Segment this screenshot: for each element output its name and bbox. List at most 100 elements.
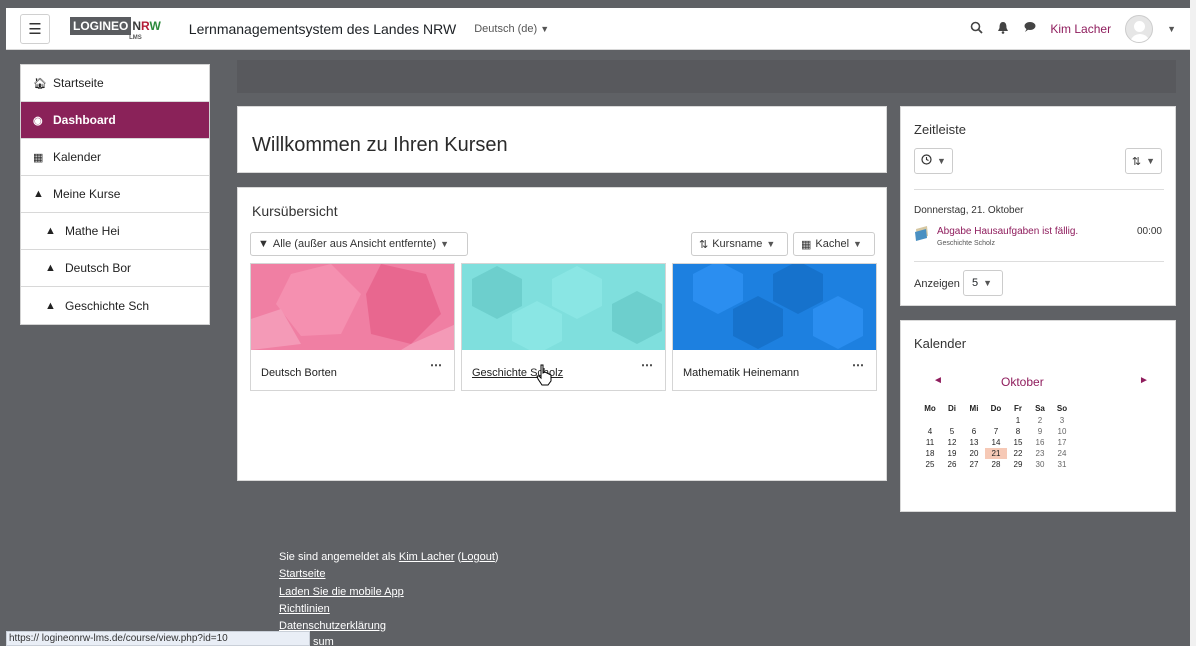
sort-icon: ⇅: [699, 238, 709, 251]
calendar-day[interactable]: 18: [919, 448, 941, 459]
graduation-cap-icon: ▲: [45, 262, 56, 274]
home-icon: 🏠︎: [33, 77, 47, 90]
calendar-day[interactable]: 23: [1029, 448, 1051, 459]
course-image[interactable]: [673, 264, 876, 350]
calendar-day[interactable]: 25: [919, 459, 941, 470]
calendar-day: [963, 415, 985, 426]
weekday: Mi: [969, 403, 979, 413]
timeline-filter-button[interactable]: ▼: [914, 148, 953, 174]
site-logo[interactable]: LOGINEO NRW LMS: [70, 16, 161, 41]
footer-link-mobile-app[interactable]: Laden Sie die mobile App: [279, 586, 404, 598]
calendar-day: [941, 415, 963, 426]
calendar-day[interactable]: 19: [941, 448, 963, 459]
calendar-day[interactable]: 22: [1007, 448, 1029, 459]
caret-down-icon: ▼: [853, 239, 862, 249]
course-overview-block: Kursübersicht ▼ Alle (außer aus Ansicht …: [237, 187, 887, 481]
avatar[interactable]: [1125, 14, 1154, 43]
next-month-icon[interactable]: ►: [1139, 375, 1149, 386]
view-dropdown[interactable]: ▦ Kachel ▼: [793, 232, 875, 256]
course-image[interactable]: [251, 264, 454, 350]
calendar-day: [919, 415, 941, 426]
calendar-day[interactable]: 20: [963, 448, 985, 459]
sidebar-item-meine-kurse[interactable]: ▲ Meine Kurse: [21, 176, 209, 213]
course-image[interactable]: [462, 264, 665, 350]
footer-link-richtlinien[interactable]: Richtlinien: [279, 603, 330, 615]
user-profile-link[interactable]: Kim Lacher: [399, 551, 455, 563]
calendar-day[interactable]: 11: [919, 437, 941, 448]
calendar-day[interactable]: 8: [1007, 426, 1029, 437]
calendar-day[interactable]: 31: [1051, 459, 1073, 470]
calendar-day[interactable]: 30: [1029, 459, 1051, 470]
course-card-mathematik[interactable]: Mathematik Heinemann ⋯: [672, 263, 877, 391]
calendar-day[interactable]: 13: [963, 437, 985, 448]
language-selector[interactable]: Deutsch (de) ▼: [474, 23, 549, 35]
user-name[interactable]: Kim Lacher: [1050, 22, 1111, 36]
clock-icon: [921, 154, 932, 168]
calendar-day[interactable]: 10: [1051, 426, 1073, 437]
chat-icon[interactable]: [1023, 21, 1036, 36]
calendar-day[interactable]: 16: [1029, 437, 1051, 448]
calendar-day[interactable]: 29: [1007, 459, 1029, 470]
course-name[interactable]: Deutsch Borten: [261, 367, 337, 379]
page-header-bar: [237, 60, 1176, 93]
calendar-day[interactable]: 2: [1029, 415, 1051, 426]
calendar-day[interactable]: 27: [963, 459, 985, 470]
calendar-day[interactable]: 5: [941, 426, 963, 437]
sidebar-item-kalender[interactable]: ▦ Kalender: [21, 139, 209, 176]
filter-icon: ▼: [258, 238, 269, 250]
caret-down-icon: ▼: [440, 239, 450, 249]
timeline-block: Zeitleiste ▼ ⇅ ▼ Donnerstag, 21. Oktober…: [900, 106, 1176, 306]
course-card-geschichte[interactable]: Geschichte Scholz ⋯: [461, 263, 666, 391]
event-time: 00:00: [1136, 226, 1162, 237]
sort-dropdown[interactable]: ⇅ Kursname ▼: [691, 232, 788, 256]
weekday: Do: [990, 403, 1002, 413]
calendar-day[interactable]: 4: [919, 426, 941, 437]
more-options-icon[interactable]: ⋯: [430, 358, 442, 372]
sidebar-item-dashboard[interactable]: ◉ Dashboard: [21, 102, 209, 139]
footer-link-startseite[interactable]: Startseite: [279, 568, 325, 580]
grid-icon: ▦: [801, 238, 812, 251]
calendar-day[interactable]: 17: [1051, 437, 1073, 448]
user-menu-caret-icon[interactable]: ▼: [1167, 24, 1176, 34]
course-name[interactable]: Mathematik Heinemann: [683, 367, 799, 379]
caret-down-icon: ▼: [937, 156, 946, 166]
calendar-day[interactable]: 15: [1007, 437, 1029, 448]
calendar-day[interactable]: 6: [963, 426, 985, 437]
hamburger-icon: ☰: [28, 20, 42, 38]
divider: [914, 189, 1164, 190]
sidebar-item-deutsch[interactable]: ▲ Deutsch Bor: [21, 250, 209, 287]
weekday: Sa: [1035, 403, 1045, 413]
menu-toggle-button[interactable]: ☰: [20, 13, 50, 44]
sidebar-item-startseite[interactable]: 🏠︎ Startseite: [21, 65, 209, 102]
login-info: Sie sind angemeldet als Kim Lacher (Logo…: [279, 551, 499, 563]
site-title: Lernmanagementsystem des Landes NRW: [188, 20, 457, 37]
prev-month-icon[interactable]: ◄: [933, 375, 943, 386]
calendar-day[interactable]: 28: [985, 459, 1007, 470]
weekday: Mo: [924, 403, 936, 413]
sidebar-item-mathe[interactable]: ▲ Mathe Hei: [21, 213, 209, 250]
search-icon[interactable]: [970, 21, 984, 37]
timeline-sort-button[interactable]: ⇅ ▼: [1124, 148, 1162, 174]
bell-icon[interactable]: [997, 21, 1009, 37]
scrollbar[interactable]: [1190, 0, 1196, 646]
sidebar-item-geschichte[interactable]: ▲ Geschichte Sch: [21, 287, 209, 324]
calendar-day[interactable]: 7: [985, 426, 1007, 437]
calendar-day: [985, 415, 1007, 426]
calendar-day[interactable]: 26: [941, 459, 963, 470]
more-options-icon[interactable]: ⋯: [852, 358, 864, 372]
more-options-icon[interactable]: ⋯: [641, 358, 653, 372]
course-filter-dropdown[interactable]: ▼ Alle (außer aus Ansicht entfernte) ▼: [250, 232, 468, 256]
calendar-day[interactable]: 21: [985, 448, 1007, 459]
calendar-title: Kalender: [914, 336, 967, 351]
calendar-day[interactable]: 9: [1029, 426, 1051, 437]
calendar-day[interactable]: 1: [1007, 415, 1029, 426]
calendar-day[interactable]: 24: [1051, 448, 1073, 459]
course-card-deutsch[interactable]: Deutsch Borten ⋯: [250, 263, 455, 391]
show-count-dropdown[interactable]: 5 ▼: [963, 270, 1003, 296]
calendar-day[interactable]: 14: [985, 437, 1007, 448]
calendar-day[interactable]: 12: [941, 437, 963, 448]
footer-partial-text: sum: [313, 636, 334, 646]
logout-link[interactable]: Logout: [461, 551, 495, 563]
event-link[interactable]: Abgabe Hausaufgaben ist fällig.: [937, 226, 1078, 237]
calendar-day[interactable]: 3: [1051, 415, 1073, 426]
